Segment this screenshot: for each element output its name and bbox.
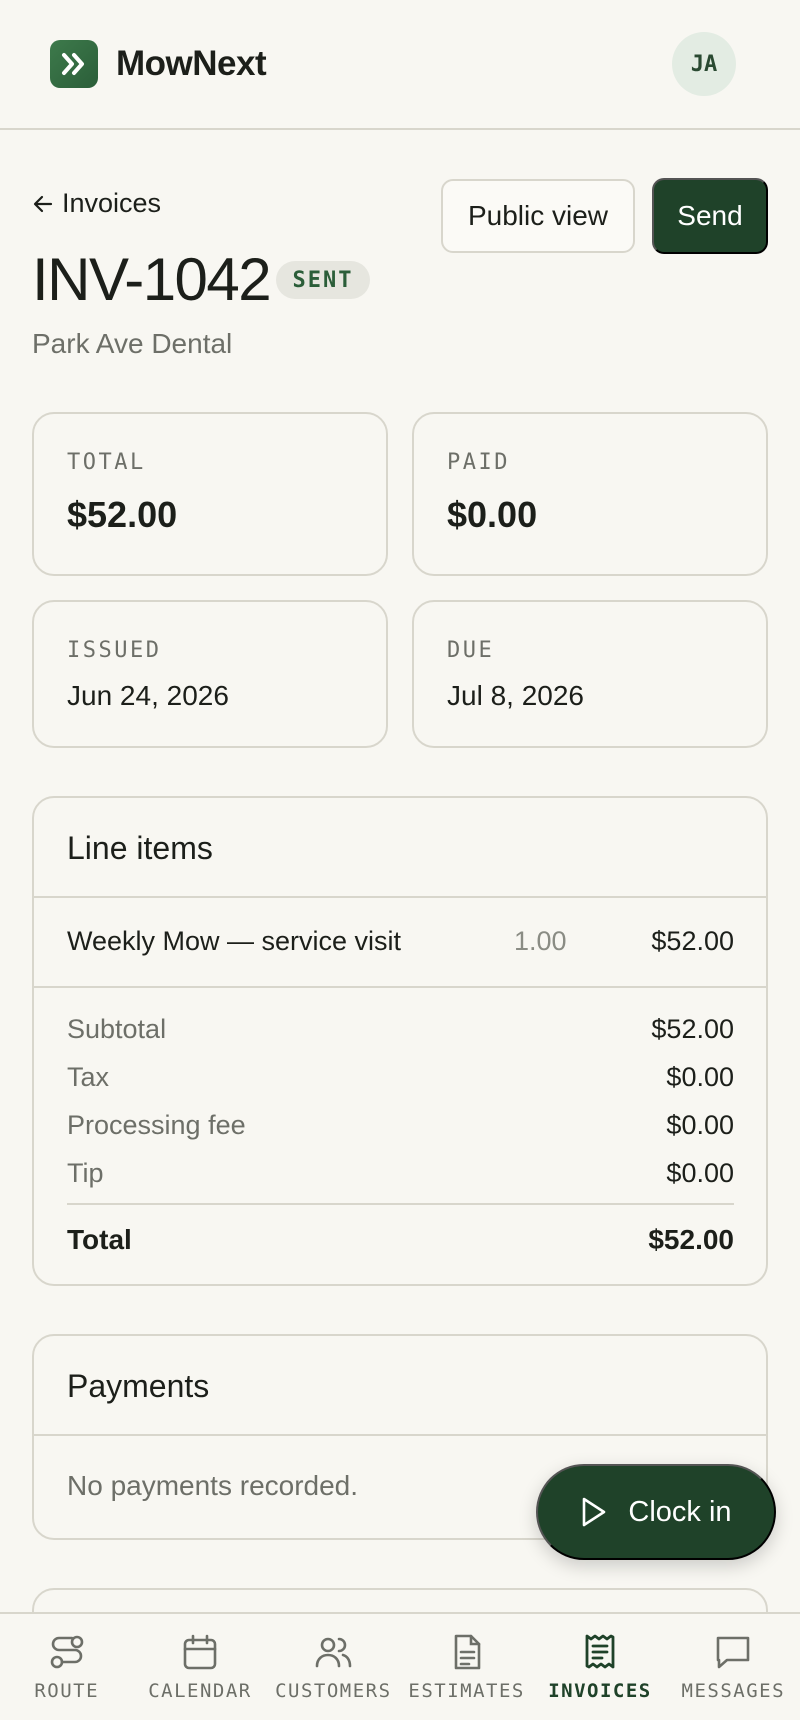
- brand[interactable]: MowNext: [50, 40, 267, 88]
- logo-icon: [50, 40, 98, 88]
- app-header: MowNext JA: [0, 0, 800, 130]
- paid-card: PAID $0.00: [412, 412, 768, 576]
- paid-value: $0.00: [447, 494, 538, 535]
- tax-row: Tax $0.00: [67, 1062, 734, 1093]
- nav-label-customers: CUSTOMERS: [275, 1680, 392, 1702]
- grand-total-value: $52.00: [648, 1224, 734, 1255]
- back-link[interactable]: Invoices: [32, 188, 161, 219]
- app-name: MowNext: [116, 44, 267, 83]
- divider: [34, 986, 766, 988]
- subtotal-row: Subtotal $52.00: [67, 1014, 734, 1045]
- public-view-button[interactable]: Public view: [441, 179, 635, 253]
- play-icon: [583, 1497, 606, 1527]
- route-icon: [50, 1635, 83, 1669]
- nav-item-invoices[interactable]: INVOICES: [533, 1614, 666, 1720]
- paid-label: PAID: [447, 450, 510, 475]
- nav-label-calendar: CALENDAR: [148, 1680, 252, 1702]
- line-item-qty: 1.00: [514, 926, 567, 956]
- document-icon: [454, 1634, 480, 1670]
- users-icon: [316, 1637, 352, 1668]
- nav-item-calendar[interactable]: CALENDAR: [133, 1614, 266, 1720]
- nav-label-estimates: ESTIMATES: [408, 1680, 525, 1702]
- message-icon: [716, 1636, 750, 1669]
- nav-item-route[interactable]: ROUTE: [0, 1614, 133, 1720]
- processing-fee-label: Processing fee: [67, 1110, 246, 1140]
- grand-total-row: Total $52.00: [67, 1224, 734, 1256]
- status-badge: SENT: [276, 261, 370, 299]
- issued-value: Jun 24, 2026: [67, 680, 229, 711]
- subtotal-value: $52.00: [651, 1014, 734, 1044]
- send-button[interactable]: Send: [652, 178, 768, 254]
- back-link-label: Invoices: [62, 188, 162, 218]
- due-card: DUE Jul 8, 2026: [412, 600, 768, 748]
- tax-value: $0.00: [666, 1062, 734, 1092]
- customer-name: Park Ave Dental: [32, 328, 233, 359]
- total-label: TOTAL: [67, 450, 146, 475]
- subtotal-label: Subtotal: [67, 1014, 167, 1044]
- total-card: TOTAL $52.00: [32, 412, 388, 576]
- nav-item-customers[interactable]: CUSTOMERS: [267, 1614, 400, 1720]
- total-value: $52.00: [67, 494, 178, 535]
- issued-label: ISSUED: [67, 638, 162, 663]
- tax-label: Tax: [67, 1062, 110, 1092]
- divider: [34, 1434, 766, 1436]
- payments-empty-text: No payments recorded.: [67, 1470, 359, 1501]
- due-value: Jul 8, 2026: [447, 680, 584, 711]
- grand-total-label: Total: [67, 1224, 132, 1255]
- nav-item-messages[interactable]: MESSAGES: [667, 1614, 800, 1720]
- calendar-icon: [183, 1634, 217, 1670]
- nav-label-messages: MESSAGES: [681, 1680, 786, 1702]
- tip-label: Tip: [67, 1158, 104, 1188]
- page-title: INV-1042: [32, 246, 272, 313]
- clock-in-label: Clock in: [628, 1495, 732, 1528]
- line-item-amount: $52.00: [651, 926, 734, 956]
- divider: [34, 896, 766, 898]
- receipt-icon: [585, 1634, 615, 1669]
- arrow-left-icon: [33, 195, 53, 212]
- processing-fee-value: $0.00: [666, 1110, 734, 1140]
- tip-value: $0.00: [666, 1158, 734, 1188]
- clock-in-button[interactable]: Clock in: [536, 1464, 776, 1560]
- line-items-title: Line items: [67, 830, 213, 866]
- tip-row: Tip $0.00: [67, 1158, 734, 1189]
- line-items-panel: Line items Weekly Mow — service visit 1.…: [32, 796, 768, 1286]
- nav-label-route: ROUTE: [34, 1680, 100, 1702]
- bottom-nav: ROUTE CALENDAR CUSTOMERS ESTIMATES INVOI…: [0, 1612, 800, 1720]
- payments-title: Payments: [67, 1368, 210, 1404]
- issued-card: ISSUED Jun 24, 2026: [32, 600, 388, 748]
- due-label: DUE: [447, 638, 495, 663]
- nav-label-invoices: INVOICES: [548, 1680, 652, 1702]
- avatar[interactable]: JA: [672, 32, 736, 96]
- divider: [67, 1203, 734, 1205]
- processing-fee-row: Processing fee $0.00: [67, 1110, 734, 1141]
- nav-item-estimates[interactable]: ESTIMATES: [400, 1614, 533, 1720]
- line-item-name: Weekly Mow — service visit: [67, 926, 402, 956]
